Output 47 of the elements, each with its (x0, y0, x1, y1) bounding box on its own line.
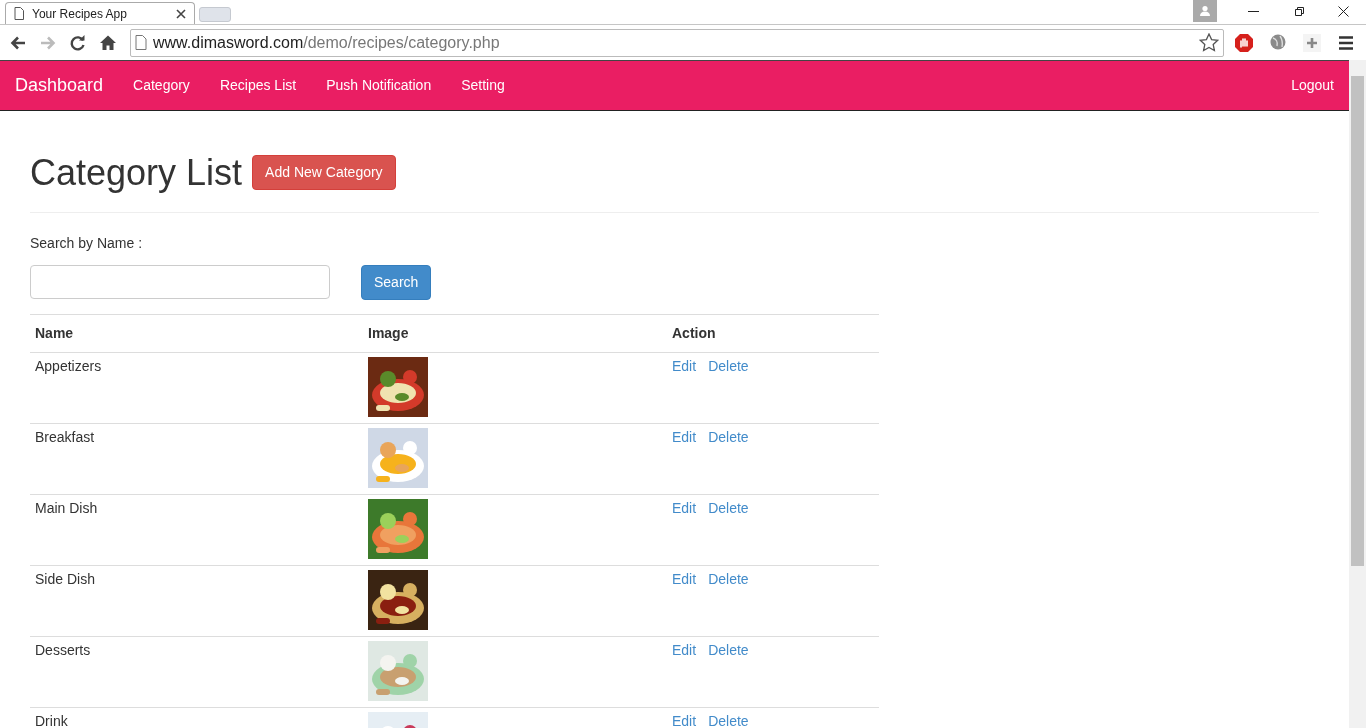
navbar-brand[interactable]: Dashboard (15, 72, 104, 99)
search-button[interactable]: Search (361, 264, 432, 300)
table-cell: Appetizers (30, 352, 363, 424)
action-link[interactable]: Delete (708, 428, 749, 445)
home-icon (99, 33, 117, 52)
action-link[interactable]: Edit (672, 499, 697, 516)
reload-icon (69, 33, 87, 52)
url-text: www.dimasword.com/demo/recipes/category.php (153, 33, 500, 51)
star-icon[interactable] (1199, 33, 1219, 52)
logout-link[interactable]: Logout (1276, 75, 1334, 96)
table-cell: Desserts (30, 636, 363, 708)
close-icon (1338, 5, 1349, 17)
action-link[interactable]: Delete (708, 712, 749, 728)
page-icon (14, 7, 24, 20)
add-category-button[interactable]: Add New Category (252, 155, 396, 191)
action-link[interactable]: Delete (708, 357, 749, 374)
table-cell: Breakfast (30, 423, 363, 495)
action-link[interactable]: Edit (672, 428, 697, 445)
search-label: Search by Name : (30, 233, 144, 253)
action-link[interactable]: Edit (672, 570, 697, 587)
address-bar[interactable]: www.dimasword.com/demo/recipes/category.php (130, 28, 1224, 57)
table-cell: Main Dish (30, 494, 363, 566)
action-link[interactable]: Delete (708, 641, 749, 658)
column-header: Image (363, 314, 667, 353)
action-link[interactable]: Edit (672, 641, 697, 658)
column-header: Action (667, 314, 879, 353)
stop-hand-icon (1234, 32, 1254, 53)
action-link[interactable]: Delete (708, 570, 749, 587)
action-link[interactable]: Edit (672, 357, 697, 374)
browser-tab[interactable]: Your Recipes App (5, 2, 195, 24)
profile-button[interactable] (1193, 0, 1217, 22)
nav-link[interactable]: Category (118, 75, 205, 96)
table-cell: Side Dish (30, 565, 363, 637)
search-field[interactable] (30, 265, 330, 300)
user-icon (1199, 5, 1211, 17)
nav-link[interactable]: Setting (446, 75, 520, 96)
action-link[interactable]: Delete (708, 499, 749, 516)
nav-link[interactable]: Push Notification (311, 75, 447, 96)
action-link[interactable]: Edit (672, 712, 697, 728)
page-icon (135, 35, 147, 50)
close-icon[interactable] (176, 8, 186, 19)
column-header: Name (30, 314, 363, 353)
plus-icon (1302, 32, 1322, 53)
nav-link[interactable]: Recipes List (204, 75, 312, 96)
page-title: Category List (30, 153, 243, 193)
restore-icon (1293, 5, 1304, 17)
table-cell: Drink (30, 707, 363, 728)
